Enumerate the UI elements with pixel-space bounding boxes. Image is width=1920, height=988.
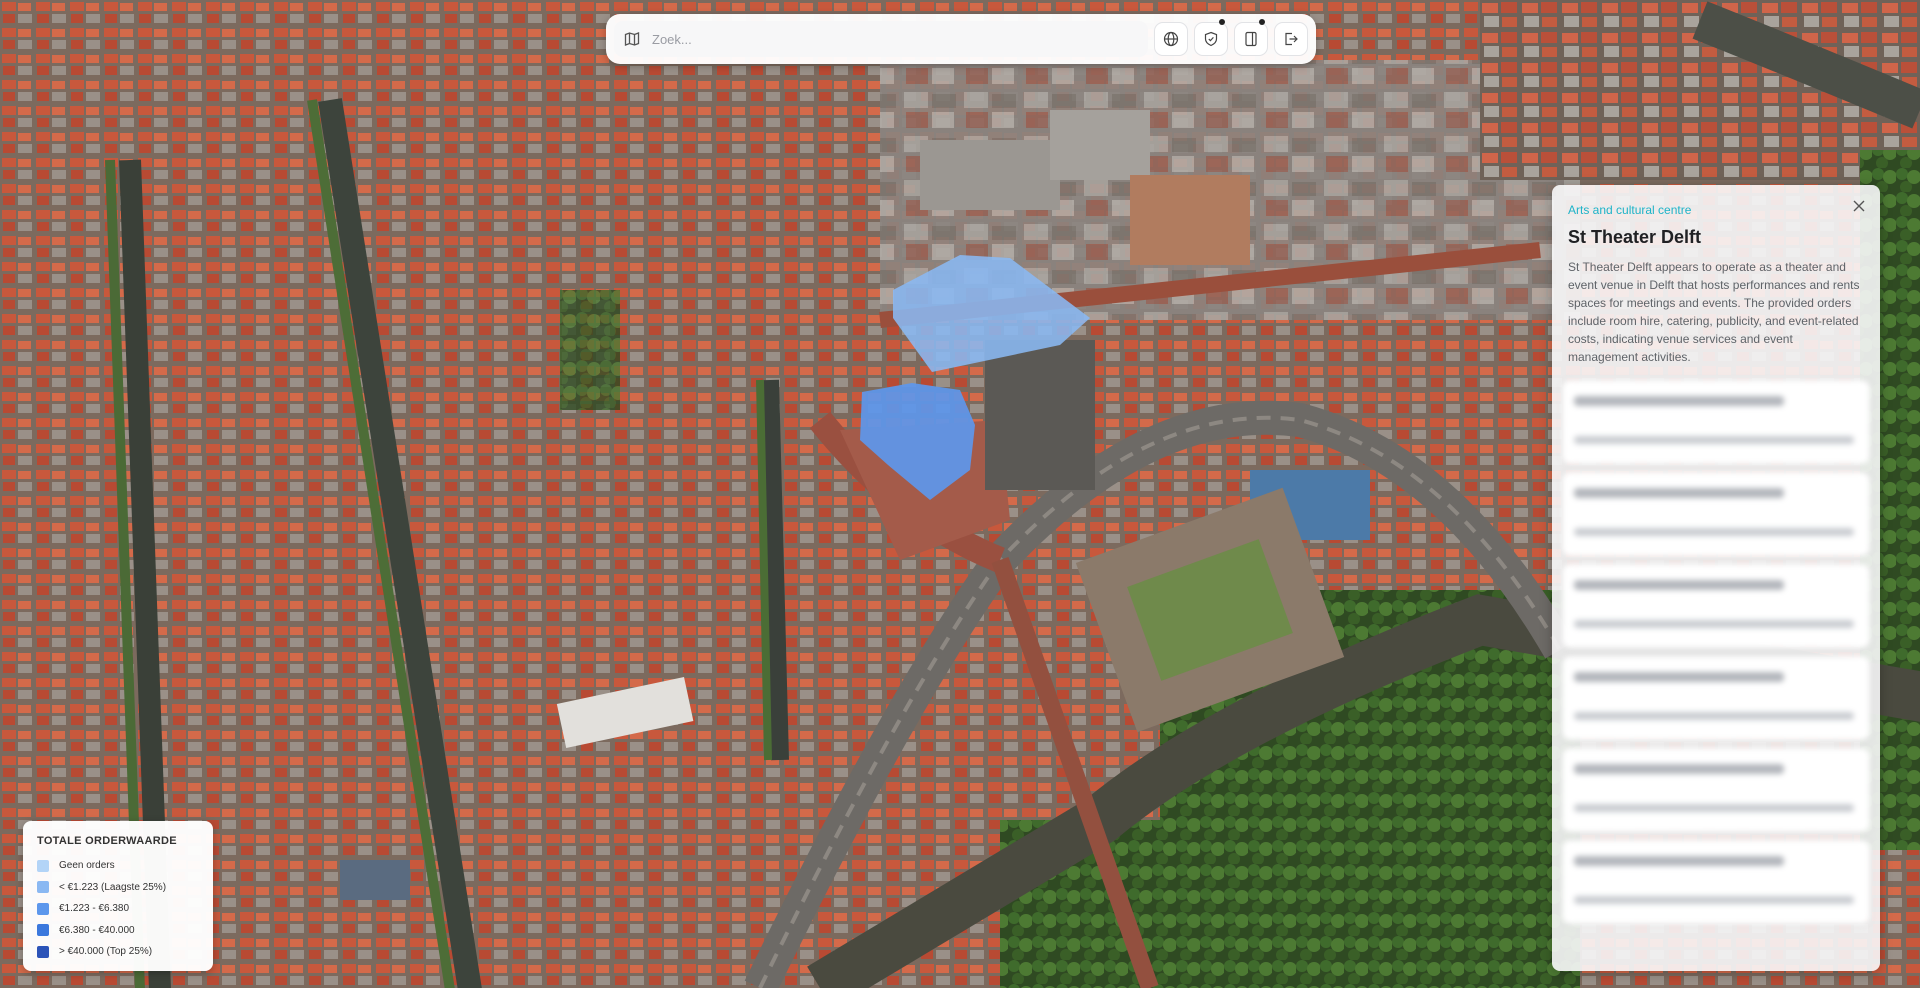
order-card[interactable] [1562, 380, 1870, 464]
legend-label: €6.380 - €40.000 [59, 924, 135, 936]
legend-item: €6.380 - €40.000 [37, 920, 199, 942]
orders-list [1562, 380, 1870, 924]
logout-icon [1285, 32, 1298, 46]
order-card[interactable] [1562, 656, 1870, 740]
panel-icon [1245, 31, 1257, 47]
order-card[interactable] [1562, 564, 1870, 648]
place-description: St Theater Delft appears to operate as a… [1568, 260, 1860, 364]
legend-item: > €40.000 (Top 25%) [37, 941, 199, 963]
legend-swatch [37, 924, 49, 937]
notification-dot [1219, 19, 1225, 25]
legend-swatch [37, 881, 49, 894]
legend-swatch [37, 945, 49, 958]
legend-item: Geen orders [37, 855, 199, 877]
legend-list: Geen orders < €1.223 (Laagste 25%) €1.22… [37, 855, 199, 963]
place-info-panel: Arts and cultural centre St Theater Delf… [1552, 185, 1880, 971]
logout-button[interactable] [1274, 22, 1308, 56]
globe-icon [1163, 31, 1179, 47]
shield-button[interactable] [1194, 19, 1228, 56]
legend-item: €1.223 - €6.380 [37, 898, 199, 920]
search-field[interactable] [614, 21, 1148, 57]
legend-label: < €1.223 (Laagste 25%) [59, 881, 167, 893]
legend-label: > €40.000 (Top 25%) [59, 946, 153, 958]
order-card[interactable] [1562, 748, 1870, 832]
legend-label: Geen orders [59, 860, 115, 872]
panel-button[interactable] [1234, 19, 1268, 56]
map-legend: TOTALE ORDERWAARDE Geen orders < €1.223 … [23, 821, 213, 971]
notification-dot [1259, 19, 1265, 25]
legend-swatch [37, 859, 49, 872]
search-input[interactable] [650, 30, 1138, 48]
globe-button[interactable] [1154, 22, 1188, 56]
place-category: Arts and cultural centre [1568, 203, 1692, 217]
legend-swatch [37, 902, 49, 915]
map-icon [624, 32, 640, 46]
order-card[interactable] [1562, 472, 1870, 556]
search-toolbar [606, 14, 1316, 64]
close-button[interactable] [1848, 195, 1870, 217]
legend-item: < €1.223 (Laagste 25%) [37, 877, 199, 899]
place-title: St Theater Delft [1568, 227, 1702, 247]
order-card[interactable] [1562, 840, 1870, 924]
legend-label: €1.223 - €6.380 [59, 903, 130, 915]
legend-title: TOTALE ORDERWAARDE [37, 835, 177, 847]
close-icon [1853, 200, 1865, 212]
shield-icon [1204, 31, 1218, 47]
